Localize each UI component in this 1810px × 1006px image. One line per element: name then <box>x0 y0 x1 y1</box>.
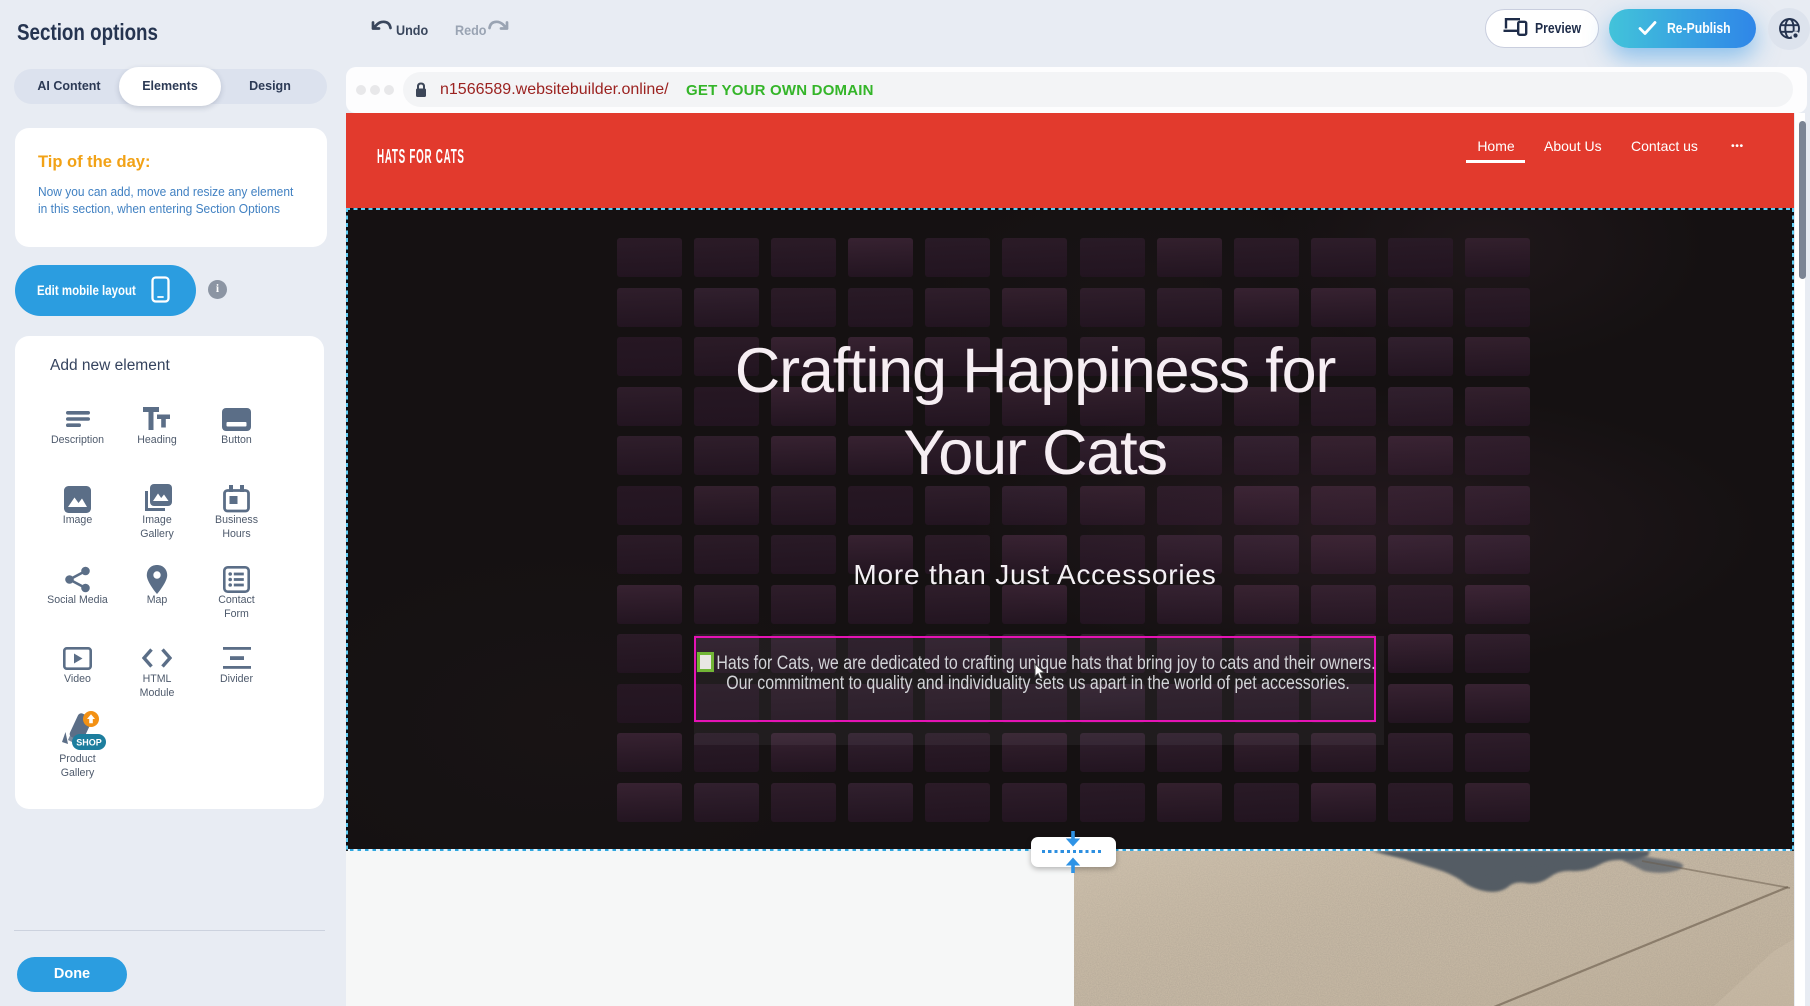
svg-text:SHOP: SHOP <box>76 738 102 748</box>
